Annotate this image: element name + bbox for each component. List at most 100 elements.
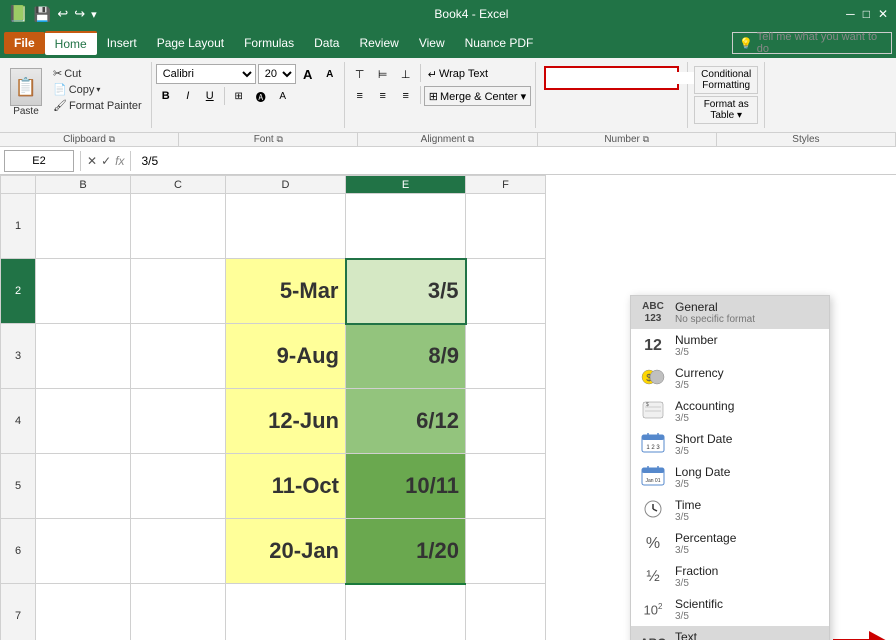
cell-C6[interactable] bbox=[131, 519, 226, 584]
cell-C7[interactable] bbox=[131, 584, 226, 640]
cell-B6[interactable] bbox=[36, 519, 131, 584]
format-number[interactable]: 12 Number 3/5 bbox=[631, 329, 829, 362]
cell-E1[interactable] bbox=[346, 194, 466, 259]
cell-E2[interactable]: 3/5 bbox=[346, 259, 466, 324]
cell-B7[interactable] bbox=[36, 584, 131, 640]
font-name-select[interactable]: Calibri bbox=[156, 64, 256, 84]
format-accounting[interactable]: $ Accounting 3/5 bbox=[631, 395, 829, 428]
wrap-text-button[interactable]: ↵ Wrap Text bbox=[424, 64, 492, 84]
cell-F2[interactable] bbox=[466, 259, 546, 324]
col-header-E[interactable]: E bbox=[346, 176, 466, 194]
cell-E5[interactable]: 10/11 bbox=[346, 454, 466, 519]
redo-icon[interactable]: ↪ bbox=[74, 6, 85, 22]
close-btn[interactable]: ✕ bbox=[878, 7, 888, 21]
align-top-button[interactable]: ⊤ bbox=[349, 64, 371, 84]
percentage-text: Percentage 3/5 bbox=[675, 531, 821, 556]
font-size-select[interactable]: 20 bbox=[258, 64, 296, 84]
format-long-date[interactable]: Jan 01 Long Date 3/5 bbox=[631, 461, 829, 494]
format-short-date[interactable]: 1 2 3 Short Date 3/5 bbox=[631, 428, 829, 461]
col-header-F[interactable]: F bbox=[466, 176, 546, 194]
cell-B2[interactable] bbox=[36, 259, 131, 324]
format-painter-button[interactable]: 🖌 Format Painter bbox=[50, 98, 145, 113]
cell-D7[interactable] bbox=[226, 584, 346, 640]
fx-icon[interactable]: fx bbox=[115, 154, 124, 168]
cell-D2[interactable]: 5-Mar bbox=[226, 259, 346, 324]
cancel-formula-icon[interactable]: ✕ bbox=[87, 154, 97, 168]
formula-input[interactable] bbox=[137, 150, 892, 172]
cell-C5[interactable] bbox=[131, 454, 226, 519]
col-header-B[interactable]: B bbox=[36, 176, 131, 194]
table-row: 4 12-Jun 6/12 bbox=[1, 389, 546, 454]
cell-C2[interactable] bbox=[131, 259, 226, 324]
cell-B3[interactable] bbox=[36, 324, 131, 389]
cell-F5[interactable] bbox=[466, 454, 546, 519]
align-center-button[interactable]: ≡ bbox=[372, 86, 394, 106]
format-fraction[interactable]: ½ Fraction 3/5 bbox=[631, 560, 829, 593]
menu-formulas[interactable]: Formulas bbox=[234, 32, 304, 54]
cell-D4[interactable]: 12-Jun bbox=[226, 389, 346, 454]
grow-font-button[interactable]: A bbox=[298, 64, 318, 84]
cell-B1[interactable] bbox=[36, 194, 131, 259]
menu-nuance[interactable]: Nuance PDF bbox=[455, 32, 544, 54]
cell-C1[interactable] bbox=[131, 194, 226, 259]
number-format-search-input[interactable] bbox=[546, 72, 696, 84]
fill-color-button[interactable]: 🅐 bbox=[251, 86, 271, 106]
cut-button[interactable]: ✂ Cut bbox=[50, 66, 145, 81]
cell-reference-box[interactable] bbox=[4, 150, 74, 172]
cell-E3[interactable]: 8/9 bbox=[346, 324, 466, 389]
align-left-button[interactable]: ≡ bbox=[349, 86, 371, 106]
cell-F3[interactable] bbox=[466, 324, 546, 389]
format-general[interactable]: ABC123 General No specific format bbox=[631, 296, 829, 329]
menu-data[interactable]: Data bbox=[304, 32, 349, 54]
cell-D1[interactable] bbox=[226, 194, 346, 259]
shrink-font-button[interactable]: A bbox=[320, 64, 340, 84]
cell-D5[interactable]: 11-Oct bbox=[226, 454, 346, 519]
format-percentage[interactable]: % Percentage 3/5 bbox=[631, 527, 829, 560]
copy-button[interactable]: 📄 Copy ▾ bbox=[50, 82, 145, 97]
menu-home[interactable]: Home bbox=[45, 31, 97, 55]
bold-button[interactable]: B bbox=[156, 86, 176, 106]
col-header-C[interactable]: C bbox=[131, 176, 226, 194]
font-color-button[interactable]: A bbox=[273, 86, 293, 106]
conditional-formatting-button[interactable]: ConditionalFormatting bbox=[694, 66, 758, 94]
col-header-D[interactable]: D bbox=[226, 176, 346, 194]
border-button[interactable]: ⊞ bbox=[229, 86, 249, 106]
format-time[interactable]: Time 3/5 bbox=[631, 494, 829, 527]
formula-icons: ✕ ✓ fx bbox=[87, 154, 124, 168]
cell-F4[interactable] bbox=[466, 389, 546, 454]
format-currency[interactable]: $ Currency 3/5 bbox=[631, 362, 829, 395]
cell-F1[interactable] bbox=[466, 194, 546, 259]
cell-E7[interactable] bbox=[346, 584, 466, 640]
cell-E6[interactable]: 1/20 bbox=[346, 519, 466, 584]
cell-B5[interactable] bbox=[36, 454, 131, 519]
menu-review[interactable]: Review bbox=[349, 32, 408, 54]
italic-button[interactable]: I bbox=[178, 86, 198, 106]
menu-view[interactable]: View bbox=[409, 32, 455, 54]
align-middle-button[interactable]: ⊨ bbox=[372, 64, 394, 84]
paste-button[interactable]: 📋 Paste bbox=[6, 66, 46, 119]
maximize-btn[interactable]: □ bbox=[863, 7, 870, 21]
cell-D3[interactable]: 9-Aug bbox=[226, 324, 346, 389]
menu-file[interactable]: File bbox=[4, 32, 45, 54]
cell-F7[interactable] bbox=[466, 584, 546, 640]
format-text[interactable]: ABC Text 3/5 bbox=[631, 626, 829, 640]
save-icon[interactable]: 💾 bbox=[34, 6, 51, 23]
align-bottom-button[interactable]: ⊥ bbox=[395, 64, 417, 84]
cell-C3[interactable] bbox=[131, 324, 226, 389]
cell-B4[interactable] bbox=[36, 389, 131, 454]
cell-F6[interactable] bbox=[466, 519, 546, 584]
format-as-table-button[interactable]: Format asTable ▾ bbox=[694, 96, 758, 124]
format-scientific[interactable]: 102 Scientific 3/5 bbox=[631, 593, 829, 626]
underline-button[interactable]: U bbox=[200, 86, 220, 106]
minimize-btn[interactable]: ─ bbox=[846, 7, 855, 21]
menu-page-layout[interactable]: Page Layout bbox=[147, 32, 234, 54]
align-right-button[interactable]: ≡ bbox=[395, 86, 417, 106]
menu-insert[interactable]: Insert bbox=[97, 32, 147, 54]
merge-center-button[interactable]: ⊞ Merge & Center ▾ bbox=[424, 86, 531, 106]
undo-icon[interactable]: ↩ bbox=[57, 6, 68, 22]
tell-me-input[interactable]: 💡 Tell me what you want to do bbox=[732, 32, 892, 54]
cell-D6[interactable]: 20-Jan bbox=[226, 519, 346, 584]
cell-E4[interactable]: 6/12 bbox=[346, 389, 466, 454]
cell-C4[interactable] bbox=[131, 389, 226, 454]
confirm-formula-icon[interactable]: ✓ bbox=[101, 154, 111, 168]
